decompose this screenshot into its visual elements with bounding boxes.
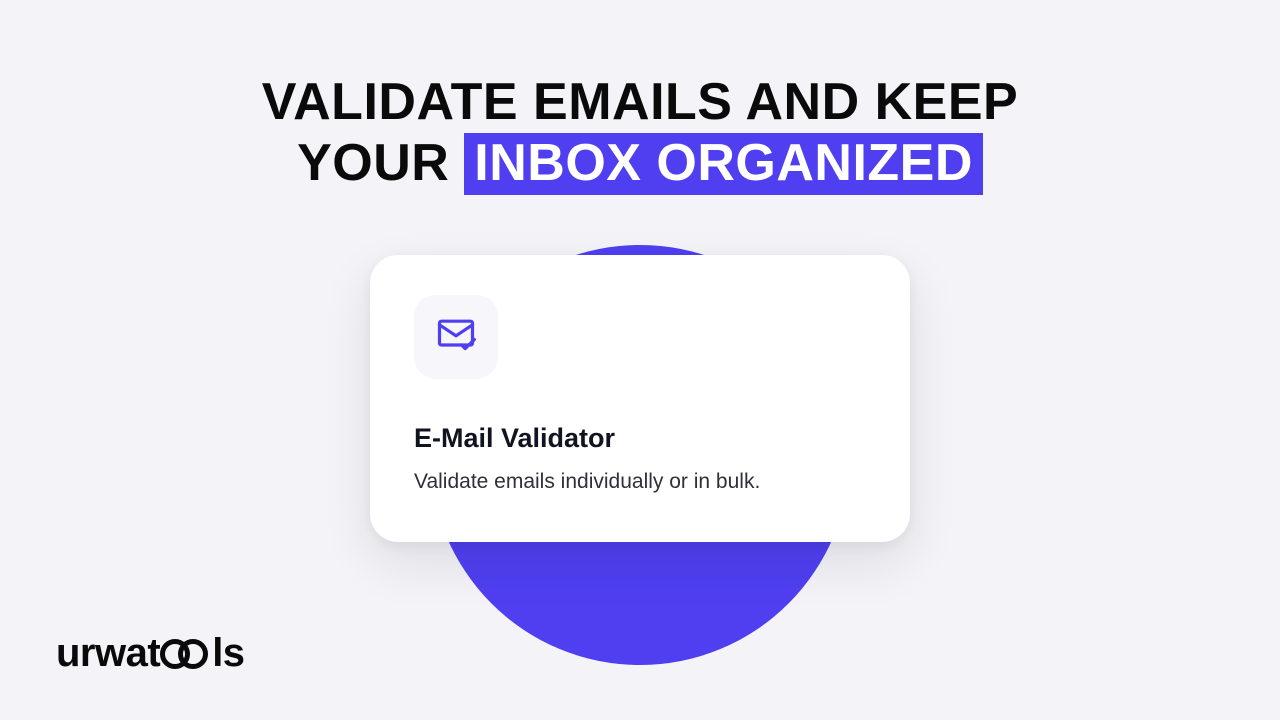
headline-prefix: YOUR (297, 134, 464, 192)
mail-check-icon (434, 312, 478, 361)
brand-prefix: urwat (56, 631, 160, 676)
icon-tile (414, 295, 498, 379)
headline-highlight: INBOX ORGANIZED (464, 133, 983, 194)
brand-oo-icon (160, 636, 212, 672)
page-headline: VALIDATE EMAILS AND KEEP YOUR INBOX ORGA… (0, 0, 1280, 195)
card-title: E-Mail Validator (414, 423, 866, 454)
card-description: Validate emails individually or in bulk. (414, 470, 866, 494)
brand-logo: urwat ls (56, 631, 245, 676)
headline-line-1: VALIDATE EMAILS AND KEEP (0, 72, 1280, 133)
headline-line-2: YOUR INBOX ORGANIZED (0, 133, 1280, 194)
hero-area: E-Mail Validator Validate emails individ… (0, 255, 1280, 542)
feature-card: E-Mail Validator Validate emails individ… (370, 255, 910, 542)
brand-suffix: ls (212, 631, 244, 676)
